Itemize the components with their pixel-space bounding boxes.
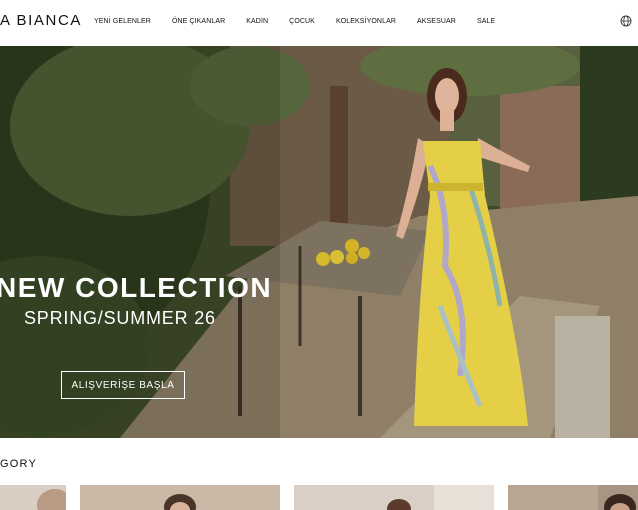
nav-new-arrivals[interactable]: YENİ GELENLER (94, 18, 151, 25)
nav-kids[interactable]: ÇOCUK (289, 18, 315, 25)
brand-logo[interactable]: A BIANCA (0, 12, 82, 29)
category-image (294, 485, 434, 510)
site-header: A BIANCA YENİ GELENLER ÖNE ÇIKANLAR KADI… (0, 0, 638, 46)
hero-title: NEW COLLECTION (0, 272, 273, 303)
hero-banner[interactable]: NEW COLLECTION SPRING/SUMMER 26 ALIŞVERİ… (0, 46, 638, 438)
hero-subtitle: SPRING/SUMMER 26 (24, 308, 216, 328)
nav-featured[interactable]: ÖNE ÇIKANLAR (172, 18, 225, 25)
nav-collections[interactable]: KOLEKSİYONLAR (336, 18, 396, 25)
main-nav: YENİ GELENLER ÖNE ÇIKANLAR KADIN ÇOCUK K… (94, 18, 495, 25)
category-heading: GORY (0, 458, 37, 470)
nav-sale[interactable]: SALE (477, 18, 495, 25)
category-image (164, 494, 196, 510)
category-card[interactable] (508, 485, 638, 510)
category-card[interactable] (80, 485, 280, 510)
category-card[interactable] (0, 485, 66, 510)
globe-icon[interactable] (620, 15, 632, 27)
category-card[interactable] (294, 485, 494, 510)
category-image (37, 489, 66, 510)
shop-now-button[interactable]: ALIŞVERİŞE BAŞLA (61, 371, 185, 399)
nav-accessories[interactable]: AKSESUAR (417, 18, 456, 25)
nav-women[interactable]: KADIN (246, 18, 268, 25)
category-image (508, 485, 636, 510)
